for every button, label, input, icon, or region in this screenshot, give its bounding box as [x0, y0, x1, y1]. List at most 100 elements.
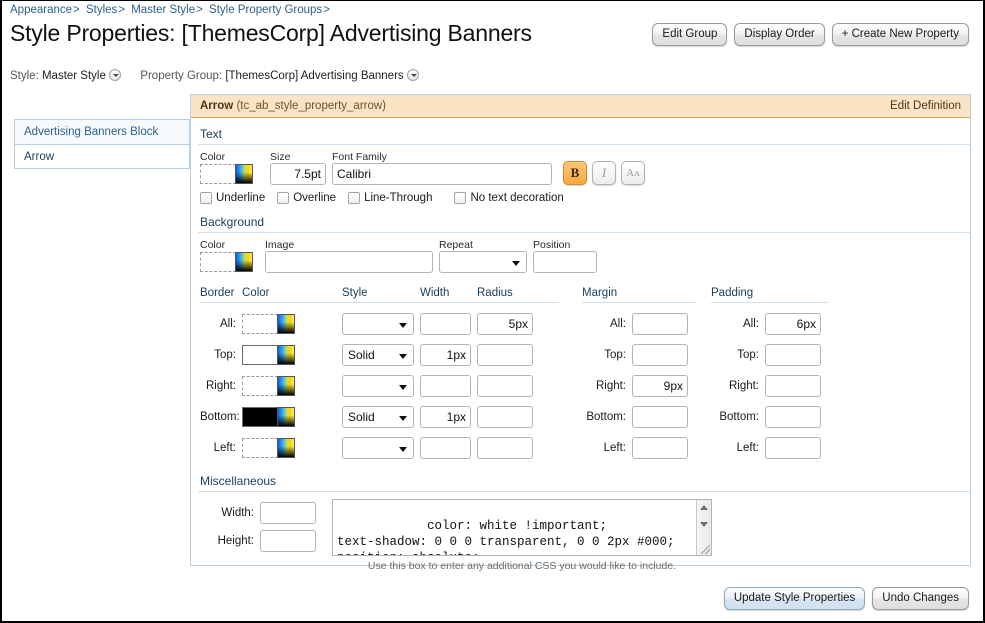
- border-width-input[interactable]: [420, 343, 471, 366]
- border-color-picker[interactable]: [242, 313, 342, 335]
- margin-input[interactable]: [632, 343, 688, 366]
- color-swatch[interactable]: [200, 164, 236, 184]
- border-style-select[interactable]: [342, 436, 414, 459]
- margin-input[interactable]: [632, 312, 688, 335]
- text-format-buttons: B I Aʌ: [563, 161, 645, 185]
- color-gradient-icon[interactable]: [235, 164, 253, 184]
- padding-input[interactable]: [765, 405, 821, 428]
- property-group-selector-value[interactable]: [ThemesCorp] Advertising Banners: [225, 70, 403, 82]
- chevron-down-icon[interactable]: [108, 69, 121, 81]
- no-text-decoration-checkbox[interactable]: [454, 192, 467, 204]
- misc-height-input[interactable]: [260, 530, 316, 552]
- custom-css-textarea[interactable]: color: white !important; text-shadow: 0 …: [332, 499, 712, 556]
- edit-group-button[interactable]: Edit Group: [652, 23, 728, 46]
- create-new-property-button[interactable]: + Create New Property: [831, 23, 969, 46]
- color-swatch[interactable]: [200, 252, 236, 272]
- underline-checkbox[interactable]: [200, 192, 212, 204]
- line-through-checkbox[interactable]: [348, 192, 361, 204]
- background-repeat-select[interactable]: [439, 251, 527, 273]
- text-transform-button[interactable]: Aʌ: [621, 161, 645, 185]
- display-order-button[interactable]: Display Order: [734, 23, 825, 46]
- color-swatch[interactable]: [242, 375, 278, 396]
- update-style-properties-button[interactable]: Update Style Properties: [723, 587, 866, 610]
- color-swatch[interactable]: [242, 406, 278, 427]
- background-color-picker[interactable]: [200, 251, 265, 273]
- border-radius-input[interactable]: [477, 374, 533, 397]
- text-size-input[interactable]: [270, 163, 326, 185]
- border-style-select[interactable]: [342, 374, 414, 397]
- border-width-input[interactable]: [420, 436, 471, 459]
- color-gradient-icon[interactable]: [277, 406, 295, 427]
- scroll-up-icon[interactable]: [700, 505, 708, 510]
- breadcrumb-link-appearance[interactable]: Appearance: [10, 4, 72, 16]
- sidebar-item-arrow[interactable]: Arrow: [14, 144, 190, 169]
- edit-definition-link[interactable]: Edit Definition: [890, 95, 961, 118]
- font-family-label: Font Family: [332, 151, 387, 163]
- border-color-picker[interactable]: [242, 375, 342, 397]
- border-row-label: Right:: [205, 379, 236, 392]
- border-radius-input[interactable]: [477, 436, 533, 459]
- margin-row-label: Right:: [595, 379, 626, 392]
- color-gradient-icon[interactable]: [277, 375, 295, 396]
- font-family-input[interactable]: [332, 163, 552, 185]
- border-style-select[interactable]: Solid: [342, 405, 414, 428]
- overline-checkbox[interactable]: [277, 192, 290, 204]
- background-image-field: Image: [265, 239, 439, 273]
- style-selector-value[interactable]: Master Style: [42, 70, 106, 82]
- color-swatch[interactable]: [242, 313, 278, 334]
- misc-width-input[interactable]: [260, 502, 316, 524]
- padding-input[interactable]: [765, 374, 821, 397]
- color-gradient-icon[interactable]: [277, 437, 295, 458]
- breadcrumb-link-master-style[interactable]: Master Style: [131, 4, 195, 16]
- text-color-picker[interactable]: [200, 163, 270, 185]
- color-gradient-icon[interactable]: [277, 344, 295, 365]
- background-image-input[interactable]: [265, 251, 433, 273]
- background-repeat-label: Repeat: [439, 239, 473, 251]
- padding-row-label: Bottom:: [719, 410, 759, 423]
- breadcrumb-link-style-property-groups[interactable]: Style Property Groups: [209, 4, 322, 16]
- sidebar-item-advertising-banners-block[interactable]: Advertising Banners Block: [14, 119, 190, 144]
- table-row: All: All: All:: [200, 308, 961, 339]
- border-style-select[interactable]: [342, 312, 414, 335]
- color-swatch[interactable]: [242, 344, 278, 365]
- border-color-picker[interactable]: [242, 437, 342, 459]
- color-gradient-icon[interactable]: [277, 313, 295, 334]
- padding-input[interactable]: [765, 343, 821, 366]
- padding-input[interactable]: [765, 436, 821, 459]
- panel-title: Arrow: [200, 100, 234, 112]
- undo-changes-button[interactable]: Undo Changes: [872, 587, 969, 610]
- border-width-input[interactable]: [420, 374, 471, 397]
- breadcrumb-link-styles[interactable]: Styles: [86, 4, 117, 16]
- overline-label: Overline: [293, 192, 337, 204]
- padding-input[interactable]: [765, 312, 821, 335]
- chevron-down-icon[interactable]: [406, 69, 419, 81]
- padding-column-header: Padding: [711, 287, 829, 303]
- border-color-picker[interactable]: [242, 406, 342, 428]
- padding-row-label: Top:: [737, 348, 759, 361]
- font-family-field: Font Family: [332, 151, 557, 185]
- box-model-headers: Border Color Style Width Radius Margin P…: [200, 287, 961, 303]
- box-model-grid: Border Color Style Width Radius Margin P…: [200, 287, 961, 463]
- resize-grip-icon[interactable]: [701, 545, 710, 554]
- border-row-label: Top:: [214, 348, 236, 361]
- margin-input[interactable]: [632, 436, 688, 459]
- border-radius-input[interactable]: [477, 405, 533, 428]
- margin-input[interactable]: [632, 374, 688, 397]
- italic-button[interactable]: I: [592, 161, 616, 185]
- color-swatch[interactable]: [242, 437, 278, 458]
- border-radius-input[interactable]: [477, 312, 533, 335]
- form-actions-toolbar: Update Style Properties Undo Changes: [723, 587, 969, 610]
- bold-button[interactable]: B: [563, 161, 587, 185]
- border-color-picker[interactable]: [242, 344, 342, 366]
- color-gradient-icon[interactable]: [235, 252, 253, 272]
- background-position-input[interactable]: [533, 251, 597, 273]
- margin-input[interactable]: [632, 405, 688, 428]
- border-style-select[interactable]: Solid: [342, 343, 414, 366]
- border-radius-input[interactable]: [477, 343, 533, 366]
- border-width-input[interactable]: [420, 312, 471, 335]
- breadcrumb-separator: >: [73, 4, 80, 16]
- margin-column-header: Margin: [582, 287, 696, 303]
- scroll-down-icon[interactable]: [700, 522, 708, 527]
- background-color-label: Color: [200, 239, 226, 251]
- border-width-input[interactable]: [420, 405, 471, 428]
